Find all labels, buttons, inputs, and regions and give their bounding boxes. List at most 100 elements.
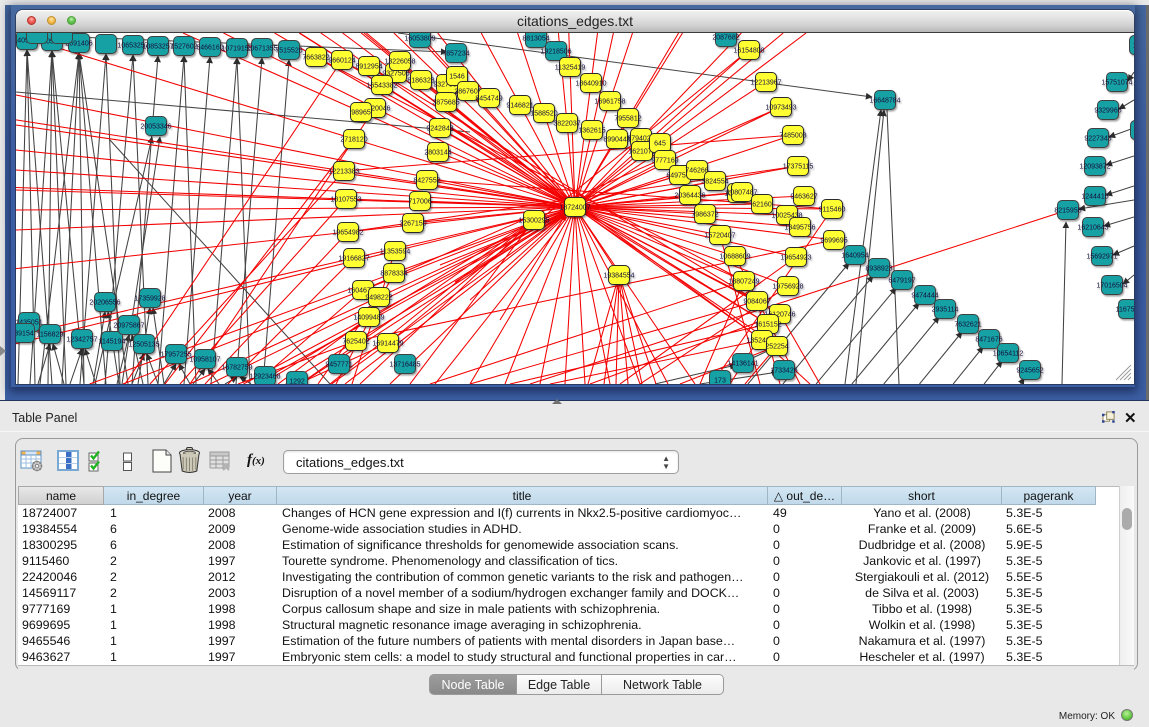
- svg-text:17375115: 17375115: [783, 164, 814, 171]
- svg-text:16914479: 16914479: [372, 341, 403, 348]
- svg-text:1362615: 1362615: [578, 128, 605, 135]
- svg-text:9498222: 9498222: [365, 295, 392, 302]
- svg-text:18640910: 18640910: [575, 81, 606, 88]
- svg-text:1615152: 1615152: [754, 322, 781, 329]
- svg-text:9463627: 9463627: [790, 194, 817, 201]
- svg-text:10853257: 10853257: [142, 44, 173, 51]
- svg-text:252254: 252254: [765, 344, 788, 351]
- svg-text:7663822: 7663822: [302, 55, 329, 62]
- svg-text:13716485: 13716485: [389, 362, 420, 369]
- svg-text:8878334: 8878334: [380, 271, 407, 278]
- svg-text:3267150: 3267150: [399, 221, 426, 228]
- svg-text:1588520: 1588520: [530, 111, 557, 118]
- svg-text:16648784: 16648784: [869, 98, 900, 105]
- svg-text:2803144: 2803144: [424, 150, 451, 157]
- svg-text:10654112: 10654112: [993, 351, 1024, 358]
- svg-text:8813054: 8813054: [522, 36, 549, 43]
- svg-text:10671355: 10671355: [246, 46, 277, 53]
- svg-text:18724007: 18724007: [559, 205, 590, 212]
- svg-text:8471676: 8471676: [975, 337, 1002, 344]
- svg-text:11325419: 11325419: [555, 65, 586, 72]
- svg-text:7986372: 7986372: [691, 212, 718, 219]
- svg-text:2718120: 2718120: [340, 137, 367, 144]
- svg-text:1733426: 1733426: [770, 368, 797, 375]
- svg-text:12505135: 12505135: [128, 342, 159, 349]
- svg-text:8215958: 8215958: [1054, 208, 1081, 215]
- svg-text:17016504: 17016504: [1096, 283, 1127, 290]
- svg-text:20206556: 20206556: [89, 300, 120, 307]
- svg-text:19166827: 19166827: [338, 256, 369, 263]
- svg-text:62160: 62160: [752, 202, 772, 209]
- svg-text:9146821: 9146821: [506, 103, 533, 110]
- svg-text:8938923: 8938923: [865, 266, 892, 273]
- svg-text:9115460: 9115460: [819, 207, 846, 214]
- svg-text:7857234: 7857234: [442, 51, 469, 58]
- svg-text:645: 645: [654, 141, 666, 148]
- svg-text:8454749: 8454749: [475, 96, 502, 103]
- svg-text:13226058: 13226058: [384, 59, 415, 66]
- svg-text:12093872: 12093872: [1079, 164, 1110, 171]
- svg-text:7625402: 7625402: [342, 339, 369, 346]
- svg-text:19654923: 19654923: [780, 255, 811, 262]
- svg-text:98965: 98965: [351, 110, 371, 117]
- svg-text:9227343: 9227343: [1084, 136, 1111, 143]
- svg-text:15692971: 15692971: [1086, 254, 1117, 261]
- svg-text:1156829: 1156829: [37, 332, 64, 339]
- svg-text:6466160: 6466160: [196, 45, 223, 52]
- svg-text:16961758: 16961758: [594, 99, 625, 106]
- svg-text:19756928: 19756928: [772, 284, 803, 291]
- svg-text:14136141: 14136141: [727, 361, 758, 368]
- svg-text:12213967: 12213967: [750, 80, 781, 87]
- svg-text:16053809: 16053809: [404, 36, 435, 43]
- svg-text:18807249: 18807249: [728, 279, 759, 286]
- svg-text:9474444: 9474444: [911, 293, 938, 300]
- svg-text:12923468: 12923468: [249, 374, 280, 381]
- svg-text:16782759: 16782759: [221, 365, 252, 372]
- svg-text:16543382: 16543382: [366, 83, 397, 90]
- svg-text:16210643: 16210643: [1077, 225, 1108, 232]
- svg-text:15751074: 15751074: [1101, 80, 1132, 87]
- svg-text:15300295: 15300295: [518, 218, 549, 225]
- svg-text:7515526: 7515526: [275, 48, 302, 55]
- svg-text:1145194: 1145194: [99, 339, 126, 346]
- svg-text:3875685: 3875685: [432, 100, 459, 107]
- svg-text:1244415: 1244415: [1081, 194, 1108, 201]
- svg-text:11353594: 11353594: [380, 249, 411, 256]
- svg-text:9777169: 9777169: [651, 158, 678, 165]
- svg-text:8186328: 8186328: [407, 78, 434, 85]
- svg-text:10958107: 10958107: [189, 357, 220, 364]
- svg-text:15720407: 15720407: [704, 233, 735, 240]
- svg-text:10688609: 10688609: [719, 254, 750, 261]
- svg-text:7485003: 7485003: [779, 133, 806, 140]
- svg-text:9660124: 9660124: [328, 58, 355, 65]
- svg-text:1167533: 1167533: [1116, 307, 1134, 314]
- svg-text:20975867: 20975867: [113, 323, 144, 330]
- svg-text:10973493: 10973493: [765, 105, 796, 112]
- svg-text:1292: 1292: [289, 379, 305, 385]
- svg-text:20053346: 20053346: [140, 124, 171, 131]
- svg-text:1546: 1546: [449, 74, 465, 81]
- svg-text:173: 173: [714, 378, 726, 385]
- svg-text:9699695: 9699695: [820, 238, 847, 245]
- svg-text:12342757: 12342757: [66, 337, 97, 344]
- svg-text:8912954: 8912954: [355, 64, 382, 71]
- svg-text:14099489: 14099489: [353, 315, 384, 322]
- svg-text:17359928: 17359928: [134, 296, 165, 303]
- svg-text:19654982: 19654982: [332, 230, 363, 237]
- svg-text:7955812: 7955812: [614, 116, 641, 123]
- svg-text:1117: 1117: [1133, 43, 1134, 50]
- svg-text:19218506: 19218506: [540, 49, 571, 56]
- svg-text:2935114: 2935114: [932, 307, 959, 314]
- svg-text:9242848: 9242848: [426, 126, 453, 133]
- svg-text:9329966: 9329966: [1094, 108, 1121, 115]
- svg-text:18107553: 18107553: [330, 197, 361, 204]
- svg-text:39154: 39154: [16, 331, 34, 338]
- svg-text:9457771: 9457771: [325, 362, 352, 369]
- svg-text:2087682: 2087682: [712, 35, 739, 42]
- svg-text:9084067: 9084067: [743, 299, 770, 306]
- svg-text:9245652: 9245652: [1016, 368, 1043, 375]
- svg-text:717006: 717006: [408, 199, 431, 206]
- svg-text:8427552: 8427552: [413, 178, 440, 185]
- svg-text:6479197: 6479197: [888, 278, 915, 285]
- svg-text:12213383: 12213383: [328, 169, 359, 176]
